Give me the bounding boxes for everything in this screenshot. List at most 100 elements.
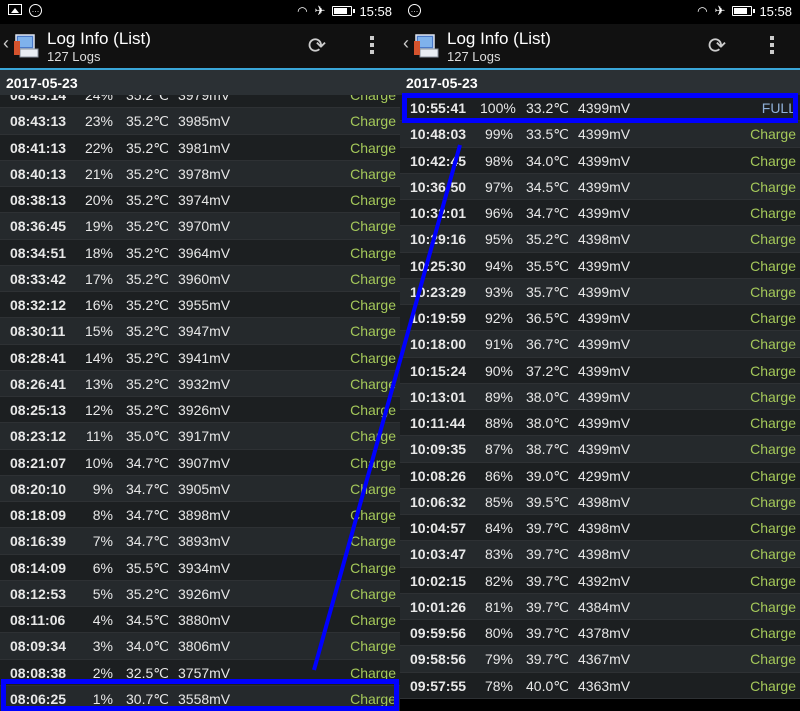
log-list[interactable]: 10:55:41 100% 33.2℃ 4399mV FULL 10:48:03 99% 33…: [400, 95, 800, 699]
charge-status: Charge: [750, 441, 796, 458]
log-row[interactable]: 08:34:51 18% 35.2℃ 3964mV Charge: [0, 239, 400, 266]
log-row[interactable]: 08:30:11 15% 35.2℃ 3947mV Charge: [0, 318, 400, 345]
voltage: 4363mV: [578, 677, 631, 694]
battery-percent: 7%: [92, 533, 113, 550]
charge-status: Charge: [350, 638, 396, 655]
battery-percent: 86%: [484, 467, 513, 484]
voltage: 4399mV: [578, 441, 631, 458]
charge-status: Charge: [350, 323, 396, 340]
battery-log-app-icon[interactable]: [413, 31, 443, 61]
log-row[interactable]: 10:23:29 93% 35.7℃ 4399mV Charge: [400, 278, 800, 305]
battery-percent: 100%: [480, 100, 516, 116]
log-row[interactable]: 08:23:12 11% 35.0℃ 3917mV Charge: [0, 423, 400, 450]
log-row[interactable]: 08:41:13 22% 35.2℃ 3981mV Charge: [0, 134, 400, 161]
battery-percent: 17%: [84, 270, 113, 287]
temperature: 36.7℃: [526, 336, 569, 353]
battery-percent: 12%: [84, 402, 113, 418]
log-row[interactable]: 10:42:45 98% 34.0℃ 4399mV Charge: [400, 147, 800, 174]
battery-percent: 6%: [92, 559, 113, 576]
log-row[interactable]: 10:55:41 100% 33.2℃ 4399mV FULL: [400, 95, 800, 122]
battery-percent: 20%: [84, 192, 113, 208]
log-row[interactable]: 10:25:30 94% 35.5℃ 4399mV Charge: [400, 252, 800, 279]
charge-status: Charge: [350, 349, 396, 366]
temperature: 34.7℃: [126, 533, 169, 550]
battery-percent: 13%: [84, 375, 113, 392]
log-row[interactable]: 08:18:09 8% 34.7℃ 3898mV Charge: [0, 502, 400, 529]
log-row[interactable]: 10:15:24 90% 37.2℃ 4399mV Charge: [400, 357, 800, 384]
voltage: 3880mV: [178, 612, 231, 628]
battery-log-app-icon[interactable]: [13, 31, 43, 61]
log-row[interactable]: 08:40:13 21% 35.2℃ 3978mV Charge: [0, 160, 400, 187]
log-row[interactable]: 10:18:00 91% 36.7℃ 4399mV Charge: [400, 331, 800, 358]
log-row[interactable]: 08:33:42 17% 35.2℃ 3960mV Charge: [0, 265, 400, 292]
battery-percent: 93%: [484, 283, 513, 300]
log-row[interactable]: 10:48:03 99% 33.5℃ 4399mV Charge: [400, 121, 800, 148]
temperature: 39.7℃: [526, 625, 569, 641]
log-time: 08:09:34: [10, 638, 67, 655]
log-row[interactable]: 10:06:32 85% 39.5℃ 4398mV Charge: [400, 488, 800, 515]
log-row[interactable]: 08:36:45 19% 35.2℃ 3970mV Charge: [0, 213, 400, 240]
log-row[interactable]: 10:01:26 81% 39.7℃ 4384mV Charge: [400, 593, 800, 620]
log-row[interactable]: 09:58:56 79% 39.7℃ 4367mV Charge: [400, 646, 800, 673]
charge-status: Charge: [750, 546, 796, 563]
status-time: 15:58: [359, 3, 392, 19]
temperature: 39.0℃: [526, 467, 569, 484]
refresh-icon[interactable]: ⟳: [305, 34, 329, 58]
temperature: 35.2℃: [126, 402, 169, 418]
battery-percent: 94%: [484, 257, 513, 274]
temperature: 34.5℃: [526, 178, 569, 195]
log-row[interactable]: 10:13:01 89% 38.0℃ 4399mV Charge: [400, 383, 800, 410]
log-row[interactable]: 10:08:26 86% 39.0℃ 4299mV Charge: [400, 462, 800, 489]
log-row[interactable]: 08:28:41 14% 35.2℃ 3941mV Charge: [0, 344, 400, 371]
temperature: 35.2℃: [526, 231, 569, 248]
log-row[interactable]: 08:09:34 3% 34.0℃ 3806mV Charge: [0, 633, 400, 660]
log-row[interactable]: 09:57:55 78% 40.0℃ 4363mV Charge: [400, 672, 800, 699]
temperature: 33.5℃: [526, 126, 569, 143]
back-chevron-icon[interactable]: ‹: [403, 33, 409, 54]
log-row[interactable]: 10:02:15 82% 39.7℃ 4392mV Charge: [400, 567, 800, 594]
voltage: 3960mV: [178, 270, 231, 287]
temperature: 35.2℃: [126, 192, 169, 208]
gallery-notification-icon: [8, 4, 22, 15]
charge-status: Charge: [750, 572, 796, 589]
log-row[interactable]: 08:16:39 7% 34.7℃ 3893mV Charge: [0, 528, 400, 555]
log-time: 10:36:50: [410, 178, 467, 195]
log-time: 10:25:30: [410, 257, 467, 274]
log-row[interactable]: 08:25:13 12% 35.2℃ 3926mV Charge: [0, 397, 400, 424]
log-row[interactable]: 08:11:06 4% 34.5℃ 3880mV Charge: [0, 607, 400, 634]
log-time: 09:58:56: [410, 651, 467, 668]
log-row[interactable]: 08:08:38 2% 32.5℃ 3757mV Charge: [0, 659, 400, 686]
log-row[interactable]: 08:38:13 20% 35.2℃ 3974mV Charge: [0, 187, 400, 214]
log-row[interactable]: 10:09:35 87% 38.7℃ 4399mV Charge: [400, 436, 800, 463]
charge-status: Charge: [350, 375, 396, 392]
log-row[interactable]: 08:06:25 1% 30.7℃ 3558mV Charge: [0, 685, 400, 711]
log-row[interactable]: 10:36:50 97% 34.5℃ 4399mV Charge: [400, 173, 800, 200]
log-row[interactable]: 08:12:53 5% 35.2℃ 3926mV Charge: [0, 580, 400, 607]
log-row[interactable]: 08:32:12 16% 35.2℃ 3955mV Charge: [0, 292, 400, 319]
log-row[interactable]: 10:03:47 83% 39.7℃ 4398mV Charge: [400, 541, 800, 568]
log-row[interactable]: 10:04:57 84% 39.7℃ 4398mV Charge: [400, 515, 800, 542]
refresh-icon[interactable]: ⟳: [705, 34, 729, 58]
log-row[interactable]: 09:59:56 80% 39.7℃ 4378mV Charge: [400, 620, 800, 647]
back-chevron-icon[interactable]: ‹: [3, 33, 9, 54]
log-row[interactable]: 10:19:59 92% 36.5℃ 4399mV Charge: [400, 305, 800, 332]
charge-status: Charge: [750, 467, 796, 484]
log-row[interactable]: 08:14:09 6% 35.5℃ 3934mV Charge: [0, 554, 400, 581]
log-list[interactable]: 08:45:1424%35.2℃3979mVCharge08:43:1323%3…: [0, 82, 400, 711]
voltage: 4399mV: [578, 388, 631, 405]
overflow-menu-icon[interactable]: [366, 34, 378, 58]
charge-status: Charge: [750, 493, 796, 510]
log-row[interactable]: 10:29:16 95% 35.2℃ 4398mV Charge: [400, 226, 800, 253]
log-row[interactable]: 10:32:01 96% 34.7℃ 4399mV Charge: [400, 200, 800, 227]
overflow-menu-icon[interactable]: [766, 34, 778, 58]
log-row[interactable]: 08:26:41 13% 35.2℃ 3932mV Charge: [0, 370, 400, 397]
log-time: 10:32:01: [410, 205, 467, 221]
log-row[interactable]: 08:43:13 23% 35.2℃ 3985mV Charge: [0, 108, 400, 135]
log-row[interactable]: 08:20:10 9% 34.7℃ 3905mV Charge: [0, 475, 400, 502]
log-row[interactable]: 08:21:07 10% 34.7℃ 3907mV Charge: [0, 449, 400, 476]
log-row[interactable]: 10:11:44 88% 38.0℃ 4399mV Charge: [400, 410, 800, 437]
battery-percent: 16%: [84, 297, 113, 313]
charge-status: Charge: [750, 126, 796, 143]
log-time: 10:55:41: [410, 100, 467, 116]
log-time: 08:20:10: [10, 480, 67, 497]
